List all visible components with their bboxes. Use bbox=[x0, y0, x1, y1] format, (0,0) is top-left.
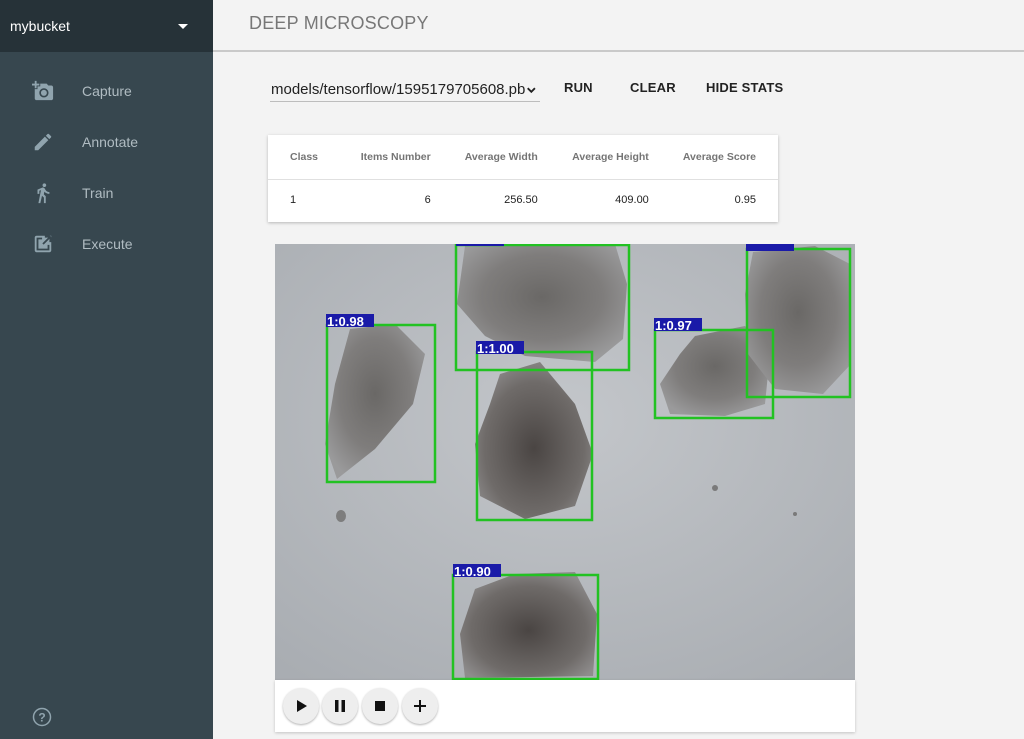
column-header: Average Height bbox=[559, 135, 671, 180]
detection-label: 1:0.90 bbox=[454, 564, 491, 579]
sidebar-item-annotate[interactable]: Annotate bbox=[0, 116, 213, 167]
sidebar: mybucket Capture Annotate Train Execute … bbox=[0, 0, 213, 739]
debris bbox=[712, 485, 718, 491]
caret-down-icon bbox=[178, 23, 188, 29]
table-cell: 409.00 bbox=[615, 194, 649, 207]
add-button[interactable] bbox=[402, 688, 438, 724]
table-header-row: Class Items Number Average Width Average… bbox=[268, 135, 778, 180]
execute-icon bbox=[0, 233, 82, 255]
column-header: Items Number bbox=[349, 135, 453, 180]
play-icon bbox=[297, 700, 307, 712]
camera-add-icon bbox=[0, 80, 82, 102]
stop-button[interactable] bbox=[362, 688, 398, 724]
sidebar-item-label: Execute bbox=[82, 235, 133, 252]
run-button[interactable]: RUN bbox=[564, 80, 593, 95]
sidebar-item-label: Capture bbox=[82, 82, 132, 99]
microscopy-image: 1:0.98 1:1.00 1:0.97 1:0.90 bbox=[275, 244, 855, 680]
hide-stats-button[interactable]: HIDE STATS bbox=[706, 80, 783, 95]
column-header: Class bbox=[268, 135, 350, 180]
table-cell: 6 bbox=[424, 194, 431, 207]
detection-label: 1:0.97 bbox=[655, 318, 692, 333]
stats-table: Class Items Number Average Width Average… bbox=[268, 135, 778, 222]
pause-icon bbox=[335, 700, 345, 712]
debris bbox=[336, 510, 346, 522]
svg-text:?: ? bbox=[38, 711, 45, 725]
pause-button[interactable] bbox=[322, 688, 358, 724]
pencil-icon bbox=[0, 131, 82, 153]
table-cell: 256.50 bbox=[504, 194, 538, 207]
sidebar-item-execute[interactable]: Execute bbox=[0, 218, 213, 269]
stop-icon bbox=[375, 701, 385, 711]
column-header: Average Score bbox=[670, 135, 778, 180]
table-cell: 0.95 bbox=[734, 194, 756, 207]
detection-label: 1:0.98 bbox=[327, 314, 364, 329]
model-select-value: models/tensorflow/1595179705608.pb bbox=[271, 81, 526, 98]
bucket-selector[interactable]: mybucket bbox=[0, 0, 213, 52]
play-button[interactable] bbox=[283, 688, 319, 724]
sidebar-nav: Capture Annotate Train Execute bbox=[0, 65, 213, 269]
particle bbox=[460, 572, 597, 678]
sidebar-item-capture[interactable]: Capture bbox=[0, 65, 213, 116]
player-controls bbox=[275, 680, 855, 732]
table-row: 1 6 256.50 409.00 0.95 bbox=[268, 179, 778, 221]
model-select[interactable]: models/tensorflow/1595179705608.pb bbox=[270, 78, 540, 102]
app-header: DEEP MICROSCOPY bbox=[213, 0, 1024, 52]
table-cell: 1 bbox=[290, 194, 297, 207]
clear-button[interactable]: CLEAR bbox=[630, 80, 676, 95]
detection-label-bg bbox=[746, 244, 794, 251]
bucket-name: mybucket bbox=[10, 18, 70, 34]
plus-icon bbox=[414, 700, 426, 712]
detection-label: 1:1.00 bbox=[477, 341, 514, 356]
running-person-icon bbox=[0, 182, 82, 204]
chevron-down-icon bbox=[527, 87, 536, 93]
sidebar-item-label: Train bbox=[82, 184, 114, 201]
help-icon[interactable]: ? bbox=[32, 707, 52, 727]
detection-label-bg bbox=[456, 244, 504, 246]
page-title: DEEP MICROSCOPY bbox=[249, 13, 429, 33]
sidebar-item-label: Annotate bbox=[82, 133, 139, 150]
sidebar-item-train[interactable]: Train bbox=[0, 167, 213, 218]
debris bbox=[793, 512, 797, 516]
column-header: Average Width bbox=[452, 135, 560, 180]
